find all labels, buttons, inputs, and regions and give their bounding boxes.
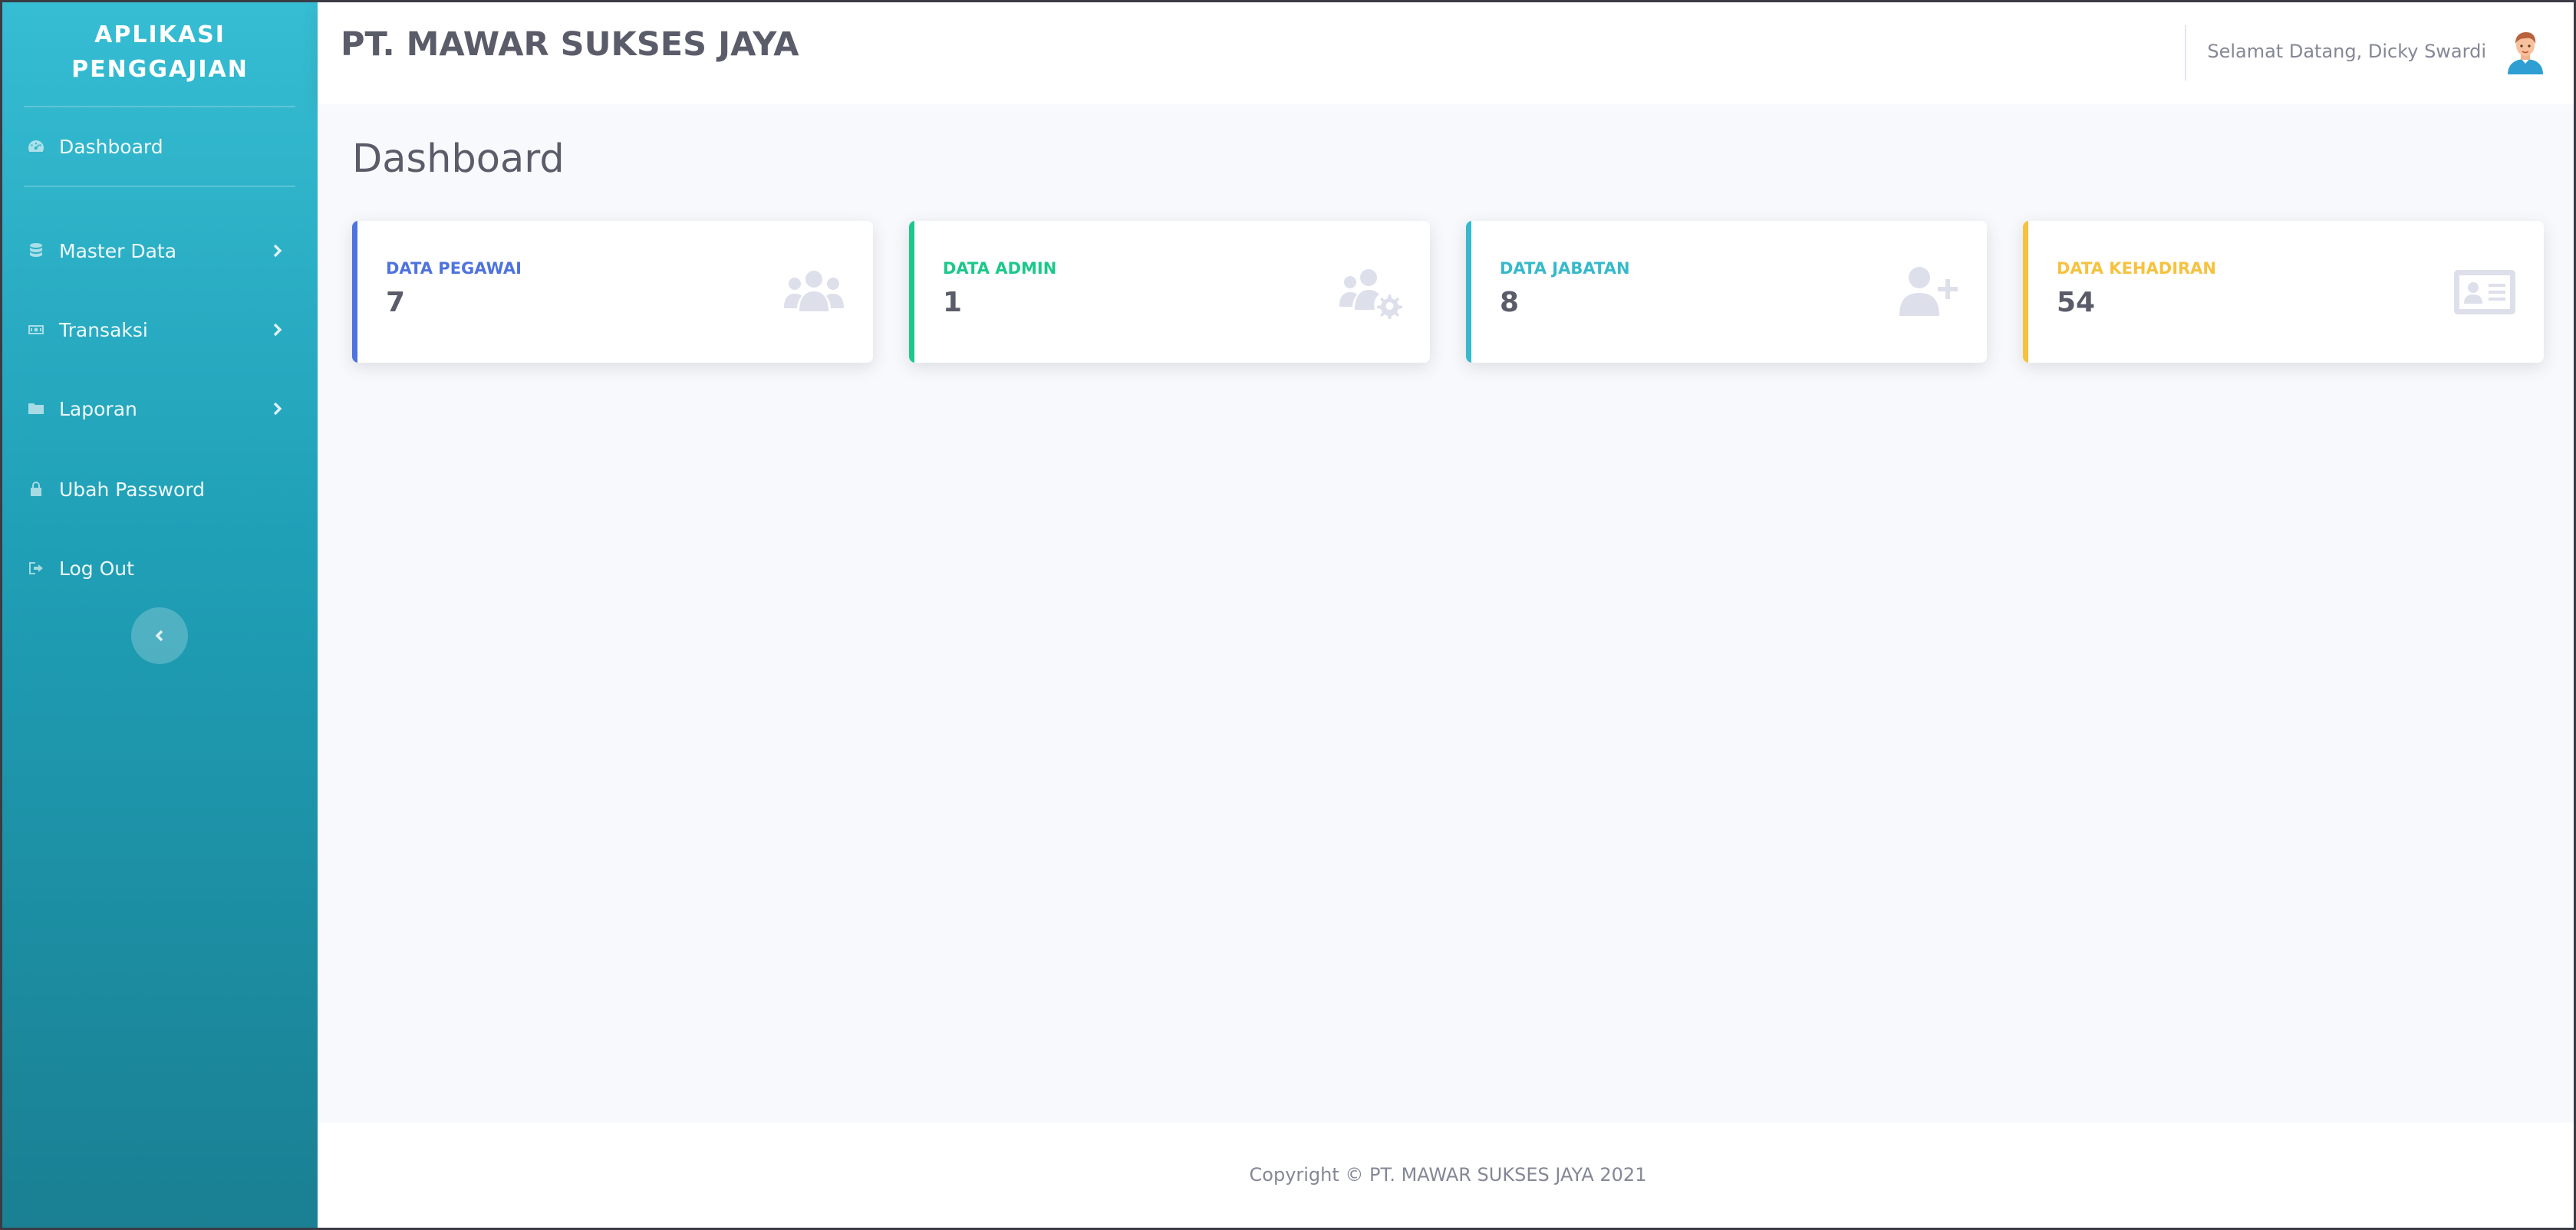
- sign-out-icon: [25, 557, 47, 579]
- card-label: DATA ADMIN: [943, 259, 1057, 278]
- lock-icon: [25, 479, 47, 500]
- card-label: DATA KEHADIRAN: [2057, 259, 2217, 278]
- sidebar-item-ubah-password[interactable]: Ubah Password: [2, 466, 318, 512]
- chevron-left-icon: [155, 630, 163, 642]
- card-data-kehadiran[interactable]: DATA KEHADIRAN 54: [2023, 221, 2544, 363]
- sidebar: APLIKASI PENGGAJIAN Dashboard Master Dat…: [2, 2, 318, 1228]
- topbar-divider: [2185, 25, 2186, 81]
- sidebar-item-label: Log Out: [59, 557, 134, 580]
- card-label: DATA PEGAWAI: [386, 259, 522, 278]
- card-value: 7: [386, 287, 406, 318]
- sidebar-divider: [24, 186, 295, 187]
- sidebar-item-dashboard[interactable]: Dashboard: [2, 123, 318, 169]
- chevron-right-icon: [267, 240, 288, 261]
- company-name: PT. MAWAR SUKSES JAYA: [341, 25, 799, 64]
- sidebar-item-laporan[interactable]: Laporan: [2, 386, 318, 432]
- sidebar-brand[interactable]: APLIKASI PENGGAJIAN: [2, 18, 318, 87]
- card-data-jabatan[interactable]: DATA JABATAN 8: [1466, 221, 1987, 363]
- app-window: APLIKASI PENGGAJIAN Dashboard Master Dat…: [0, 0, 2576, 1230]
- sidebar-divider: [24, 106, 295, 107]
- user-avatar-icon[interactable]: [2505, 30, 2546, 74]
- database-icon: [25, 240, 47, 261]
- sidebar-item-label: Laporan: [59, 397, 137, 420]
- card-accent: [352, 221, 357, 363]
- card-data-admin[interactable]: DATA ADMIN 1: [909, 221, 1430, 363]
- topbar: PT. MAWAR SUKSES JAYA Selamat Datang, Di…: [318, 2, 2574, 104]
- footer: Copyright © PT. MAWAR SUKSES JAYA 2021: [318, 1123, 2574, 1228]
- sidebar-item-label: Ubah Password: [59, 478, 206, 501]
- main-content: Dashboard DATA PEGAWAI 7 DATA ADMIN 1 DA…: [318, 104, 2574, 1123]
- users-icon: [782, 265, 845, 319]
- sidebar-item-transaksi[interactable]: Transaksi: [2, 307, 318, 353]
- user-plus-icon: [1896, 265, 1959, 319]
- sidebar-item-label: Dashboard: [59, 135, 163, 158]
- sidebar-toggle-button[interactable]: [131, 607, 188, 664]
- card-data-pegawai[interactable]: DATA PEGAWAI 7: [352, 221, 873, 363]
- brand-line-1: APLIKASI: [94, 21, 226, 48]
- id-card-icon: [2453, 265, 2516, 319]
- chevron-right-icon: [267, 398, 288, 419]
- tachometer-icon: [25, 136, 47, 157]
- card-accent: [1466, 221, 1471, 363]
- money-bill-icon: [25, 319, 47, 340]
- sidebar-item-log-out[interactable]: Log Out: [2, 545, 318, 591]
- copyright-text: Copyright © PT. MAWAR SUKSES JAYA 2021: [1249, 1164, 1647, 1186]
- card-accent: [909, 221, 914, 363]
- chevron-right-icon: [267, 319, 288, 340]
- brand-line-2: PENGGAJIAN: [71, 56, 249, 83]
- sidebar-item-master-data[interactable]: Master Data: [2, 228, 318, 274]
- card-value: 8: [1500, 287, 1520, 318]
- folder-icon: [25, 398, 47, 419]
- card-value: 54: [2057, 287, 2096, 318]
- user-greeting[interactable]: Selamat Datang, Dicky Swardi: [2207, 41, 2486, 62]
- users-cog-icon: [1339, 265, 1402, 320]
- card-label: DATA JABATAN: [1500, 259, 1630, 278]
- sidebar-item-label: Master Data: [59, 239, 177, 262]
- card-accent: [2023, 221, 2028, 363]
- page-title: Dashboard: [352, 136, 565, 182]
- card-value: 1: [943, 287, 963, 318]
- sidebar-item-label: Transaksi: [59, 318, 148, 341]
